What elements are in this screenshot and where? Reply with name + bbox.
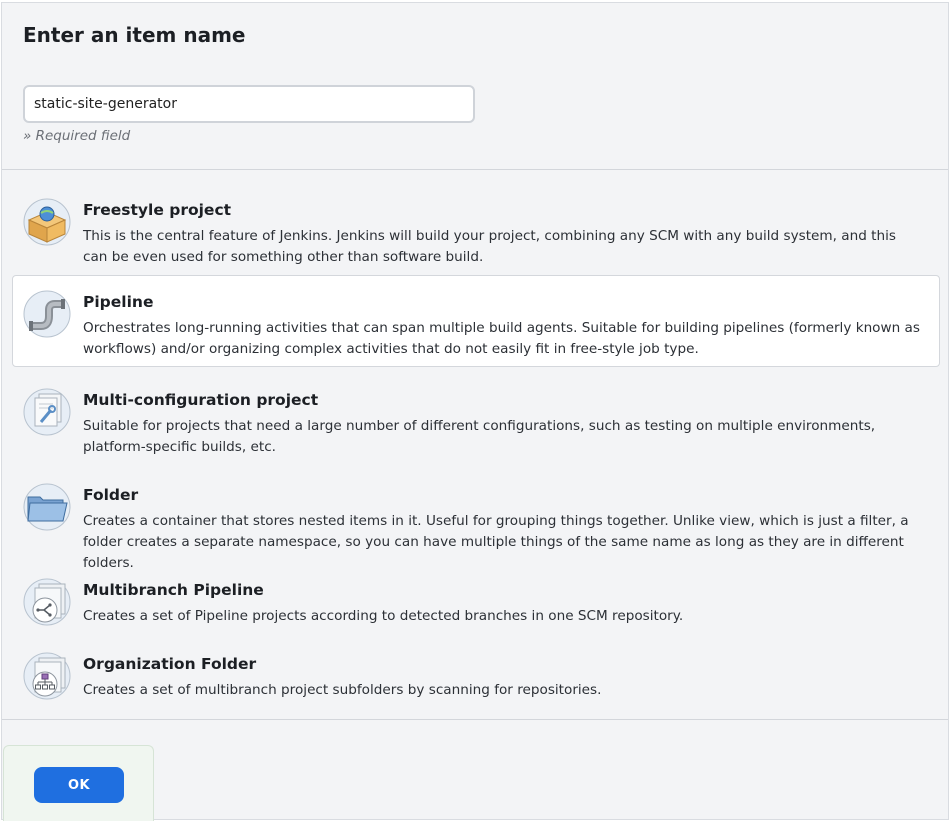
item-type-description: Orchestrates long-running activities tha… — [83, 320, 920, 357]
footer-divider — [2, 719, 948, 720]
item-type-multi-configuration-project[interactable]: Multi-configuration project Suitable for… — [12, 373, 940, 461]
freestyle-project-icon — [23, 198, 71, 246]
item-type-description: This is the central feature of Jenkins. … — [83, 228, 896, 265]
item-type-name: Freestyle project — [83, 201, 232, 219]
item-type-description: Suitable for projects that need a large … — [83, 418, 876, 455]
item-type-description: Creates a set of Pipeline projects accor… — [83, 608, 684, 624]
multi-configuration-icon — [23, 388, 71, 436]
item-type-name: Pipeline — [83, 293, 154, 311]
required-field-note: » Required field — [23, 128, 131, 144]
item-type-folder[interactable]: Folder Creates a container that stores n… — [12, 468, 940, 571]
item-type-name: Folder — [83, 486, 139, 504]
item-type-description: Creates a set of multibranch project sub… — [83, 682, 602, 698]
item-type-name: Multi-configuration project — [83, 391, 319, 409]
form-actions-bar: OK — [3, 745, 154, 821]
item-type-pipeline[interactable]: Pipeline Orchestrates long-running activ… — [12, 275, 940, 367]
folder-icon — [23, 483, 71, 531]
item-name-section: Enter an item name » Required field — [2, 3, 948, 170]
item-type-organization-folder[interactable]: Organization Folder Creates a set of mul… — [12, 637, 940, 703]
item-type-multibranch-pipeline[interactable]: Multibranch Pipeline Creates a set of Pi… — [12, 563, 940, 629]
item-type-name: Organization Folder — [83, 655, 257, 673]
item-type-freestyle-project[interactable]: Freestyle project This is the central fe… — [12, 183, 940, 271]
pipeline-icon — [23, 290, 71, 338]
item-type-name: Multibranch Pipeline — [83, 581, 264, 599]
new-item-panel: Enter an item name » Required field Free… — [1, 2, 949, 821]
multibranch-pipeline-icon — [23, 578, 71, 626]
organization-folder-icon — [23, 652, 71, 700]
item-name-input[interactable] — [23, 85, 475, 123]
page-title: Enter an item name — [23, 23, 246, 47]
ok-button[interactable]: OK — [34, 767, 124, 803]
